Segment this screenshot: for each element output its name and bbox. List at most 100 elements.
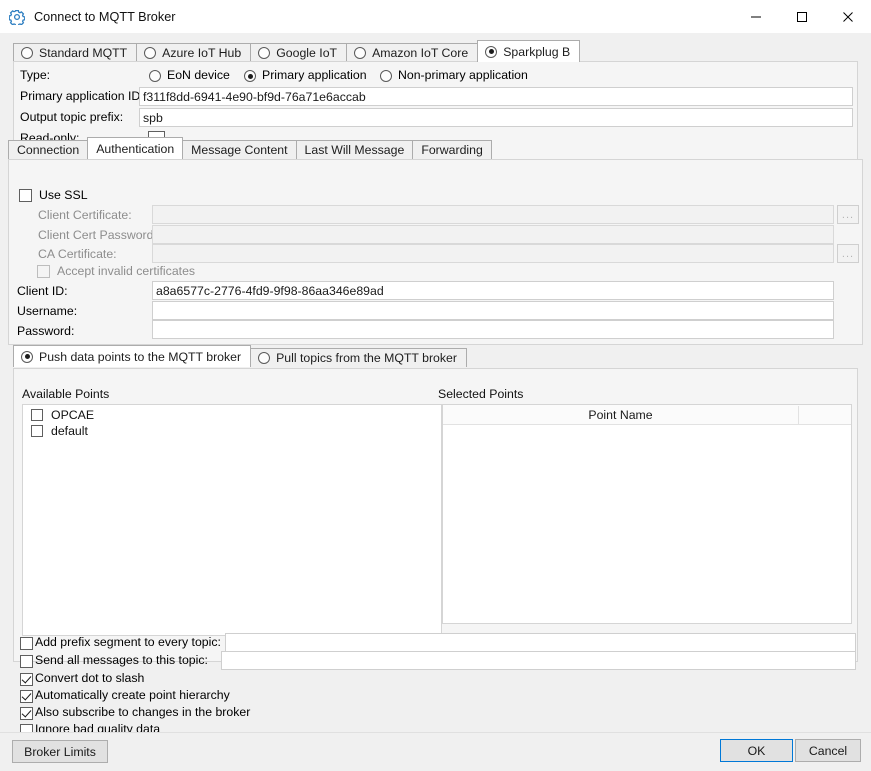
auto-create-hierarchy-checkbox[interactable] [20, 690, 33, 703]
send-all-input[interactable] [221, 651, 856, 670]
tab-azure-iot-hub[interactable]: Azure IoT Hub [136, 43, 252, 62]
dialog-client-area: Standard MQTT Azure IoT Hub Google IoT A… [0, 33, 871, 771]
client-id-label: Client ID: [17, 284, 68, 298]
available-point-checkbox[interactable] [31, 425, 43, 437]
tab-pull-topics[interactable]: Pull topics from the MQTT broker [250, 348, 467, 367]
send-all-label: Send all messages to this topic: [35, 653, 208, 667]
tab-last-will-message[interactable]: Last Will Message [295, 140, 414, 159]
dialog-footer: Broker Limits OK Cancel [0, 732, 871, 771]
available-points-label: Available Points [22, 387, 110, 401]
broker-limits-button[interactable]: Broker Limits [12, 740, 108, 763]
radio-push-data-points [21, 350, 33, 363]
radio-azure-iot-hub [144, 47, 157, 59]
radio-eon-device[interactable] [149, 70, 161, 82]
column-header-point-name[interactable]: Point Name [443, 405, 799, 424]
use-ssl-checkbox-box[interactable] [19, 189, 32, 202]
tab-label: Google IoT [276, 46, 338, 60]
client-cert-password-input[interactable] [152, 225, 834, 244]
tab-authentication[interactable]: Authentication [87, 137, 184, 159]
client-certificate-input[interactable] [152, 205, 834, 224]
selected-points-grid[interactable]: Point Name [442, 404, 852, 624]
type-label: Type: [20, 68, 51, 82]
ca-certificate-input[interactable] [152, 244, 834, 263]
list-item[interactable]: OPCAE [23, 407, 441, 423]
tab-standard-mqtt[interactable]: Standard MQTT [13, 43, 138, 62]
radio-primary-application-label: Primary application [262, 68, 367, 82]
output-topic-prefix-input[interactable] [139, 108, 853, 127]
ca-certificate-browse-button[interactable]: ... [837, 244, 859, 263]
close-button[interactable] [825, 0, 871, 33]
available-points-list[interactable]: OPCAE default [22, 404, 442, 636]
auto-create-hierarchy-label: Automatically create point hierarchy [35, 688, 230, 702]
cancel-button[interactable]: Cancel [795, 739, 861, 762]
tab-connection[interactable]: Connection [8, 140, 89, 159]
add-prefix-input[interactable] [225, 633, 856, 652]
radio-eon-device-label: EoN device [167, 68, 230, 82]
minimize-button[interactable] [733, 0, 779, 33]
broker-type-tabs: Standard MQTT Azure IoT Hub Google IoT A… [13, 40, 581, 62]
tab-label: Amazon IoT Core [372, 46, 469, 60]
tab-label: Last Will Message [304, 143, 405, 157]
authentication-panel: Use SSL Client Certificate: ... Client C… [8, 159, 863, 345]
tab-label: Forwarding [421, 143, 483, 157]
tab-label: Authentication [96, 141, 175, 156]
close-icon [843, 11, 853, 22]
settings-tabs: Connection Authentication Message Conten… [8, 137, 492, 159]
tab-sparkplug-b[interactable]: Sparkplug B [477, 40, 581, 62]
list-item[interactable]: default [23, 423, 441, 439]
radio-google-iot [258, 47, 271, 59]
selected-points-label: Selected Points [438, 387, 524, 401]
tab-label: Message Content [191, 143, 288, 157]
window-title: Connect to MQTT Broker [34, 9, 176, 24]
tab-push-data-points[interactable]: Push data points to the MQTT broker [13, 345, 252, 367]
primary-application-id-label: Primary application ID: [20, 89, 144, 103]
username-input[interactable] [152, 301, 834, 320]
maximize-button[interactable] [779, 0, 825, 33]
tab-forwarding[interactable]: Forwarding [412, 140, 492, 159]
maximize-icon [797, 11, 807, 22]
ca-certificate-label: CA Certificate: [38, 247, 117, 261]
window-titlebar: Connect to MQTT Broker [0, 0, 871, 33]
minimize-icon [751, 16, 761, 17]
add-prefix-label: Add prefix segment to every topic: [35, 635, 221, 649]
radio-non-primary-application[interactable] [380, 70, 392, 82]
tab-label: Connection [17, 143, 80, 157]
use-ssl-label: Use SSL [39, 188, 88, 202]
accept-invalid-certificates-checkbox[interactable] [37, 265, 50, 278]
tab-message-content[interactable]: Message Content [182, 140, 297, 159]
selected-points-grid-header: Point Name [443, 405, 851, 425]
available-point-label: OPCAE [51, 408, 95, 422]
direction-tabs: Push data points to the MQTT broker Pull… [13, 345, 467, 367]
radio-primary-application[interactable] [244, 70, 256, 82]
radio-sparkplug-b [485, 45, 498, 58]
accept-invalid-certificates-label: Accept invalid certificates [57, 264, 196, 278]
tab-google-iot[interactable]: Google IoT [250, 43, 348, 62]
send-all-checkbox[interactable] [20, 655, 33, 668]
password-label: Password: [17, 324, 75, 338]
tab-label: Azure IoT Hub [162, 46, 242, 60]
convert-dot-to-slash-checkbox[interactable] [20, 673, 33, 686]
radio-non-primary-application-label: Non-primary application [398, 68, 528, 82]
username-label: Username: [17, 304, 78, 318]
window-controls [733, 0, 871, 33]
client-cert-password-label: Client Cert Password: [38, 228, 157, 242]
also-subscribe-label: Also subscribe to changes in the broker [35, 705, 251, 719]
tab-label: Pull topics from the MQTT broker [276, 351, 457, 365]
primary-application-id-input[interactable] [139, 87, 853, 106]
client-id-input[interactable] [152, 281, 834, 300]
output-topic-prefix-label: Output topic prefix: [20, 110, 124, 124]
convert-dot-to-slash-label: Convert dot to slash [35, 671, 145, 685]
ok-button[interactable]: OK [720, 739, 793, 762]
tab-amazon-iot-core[interactable]: Amazon IoT Core [346, 43, 479, 62]
radio-standard-mqtt [21, 47, 33, 59]
client-certificate-label: Client Certificate: [38, 208, 132, 222]
tab-label: Standard MQTT [39, 46, 128, 60]
available-point-checkbox[interactable] [31, 409, 43, 421]
also-subscribe-checkbox[interactable] [20, 707, 33, 720]
add-prefix-checkbox[interactable] [20, 637, 33, 650]
client-certificate-browse-button[interactable]: ... [837, 205, 859, 224]
password-input[interactable] [152, 320, 834, 339]
radio-pull-topics [258, 352, 271, 364]
radio-amazon-iot-core [354, 47, 367, 59]
tab-label: Sparkplug B [503, 44, 571, 59]
